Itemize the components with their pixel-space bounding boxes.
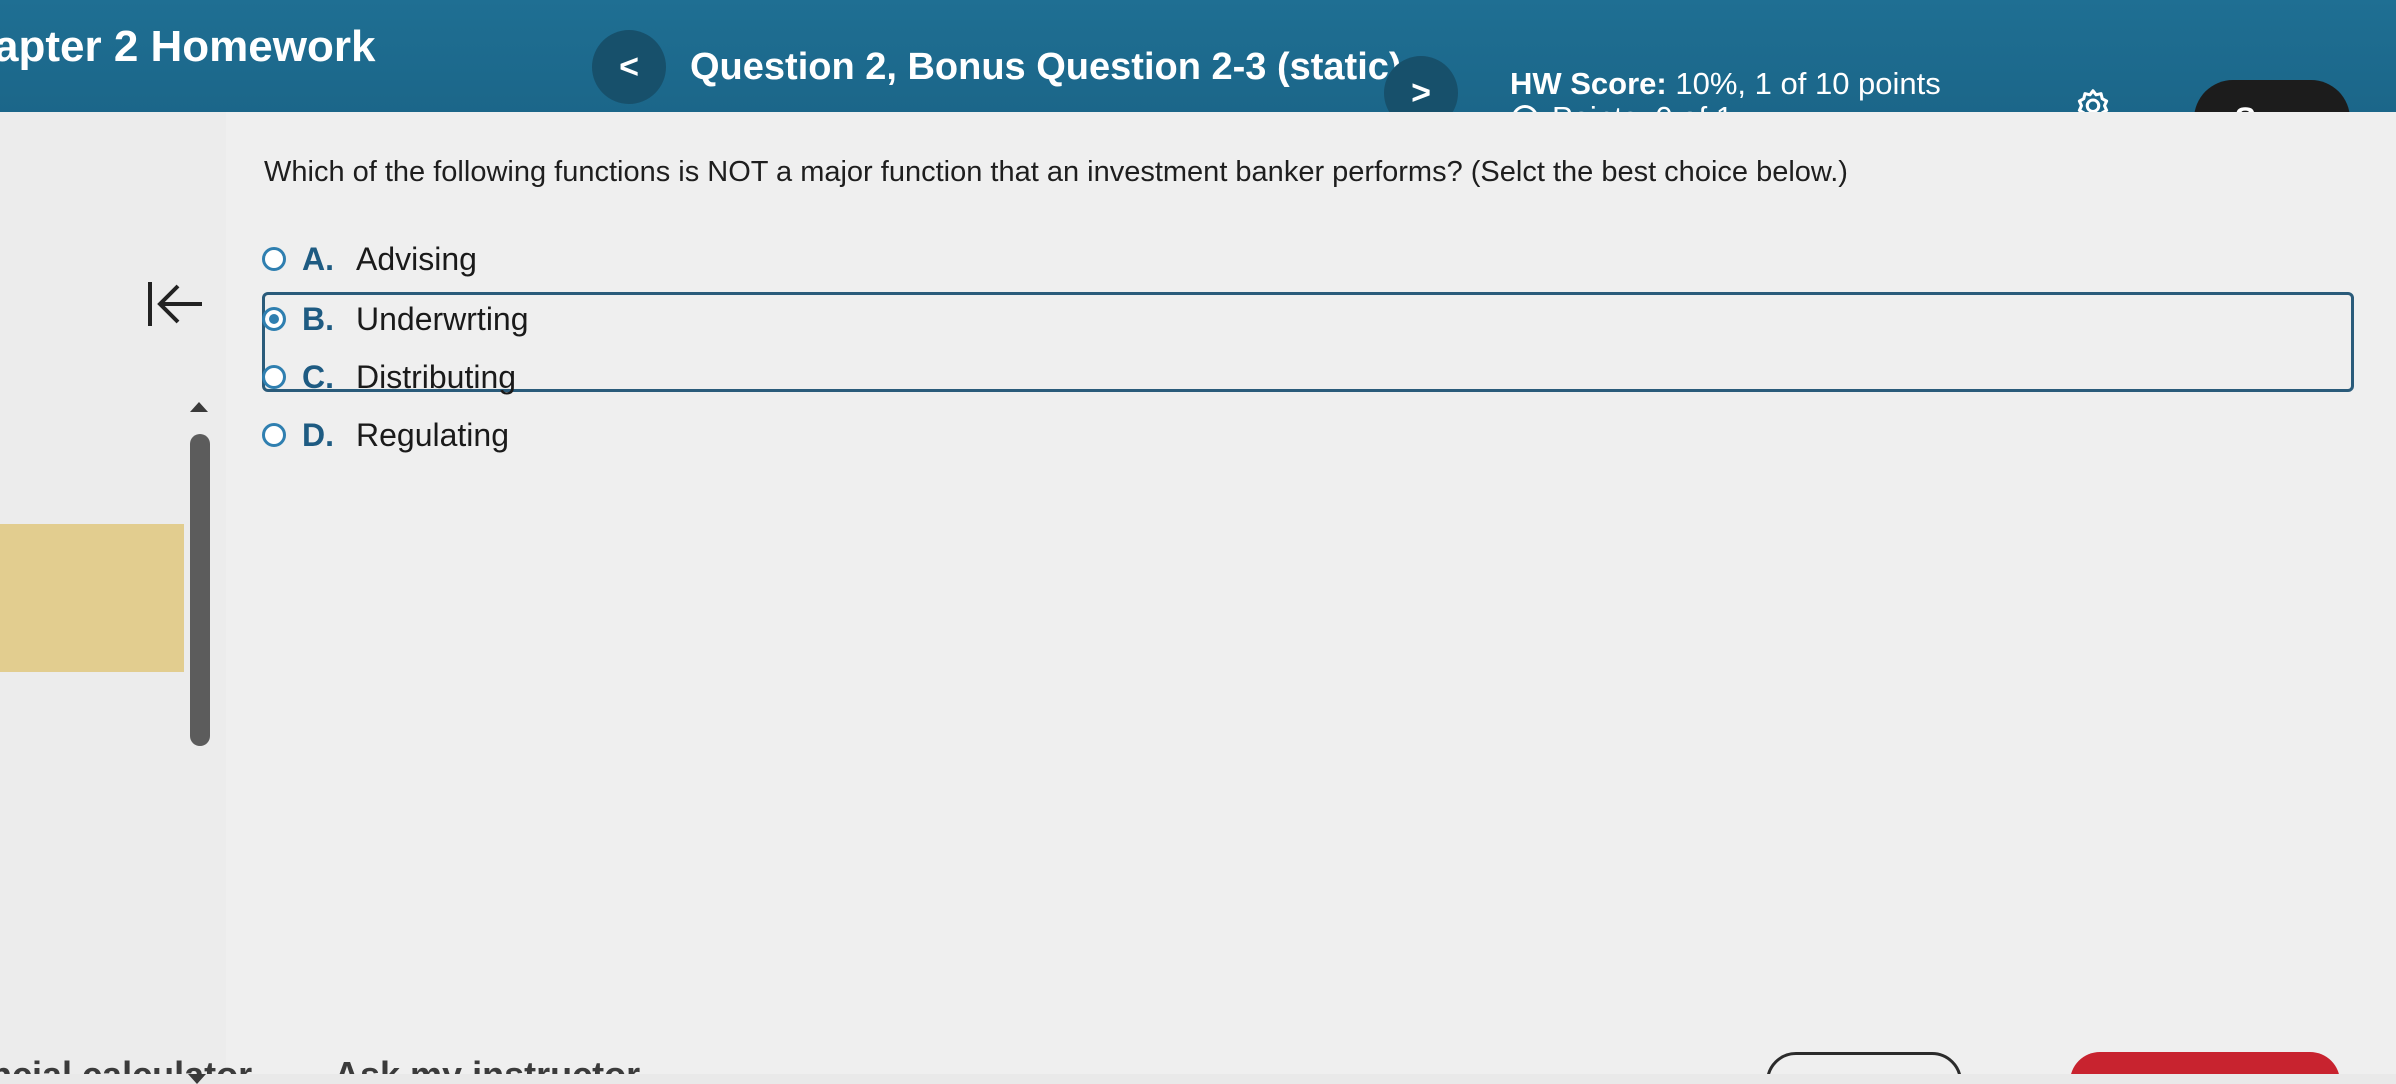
hw-score-label: HW Score: xyxy=(1510,66,1667,101)
choice-label: Underwrting xyxy=(356,300,529,337)
sidebar-highlight-tab xyxy=(0,524,184,672)
financial-calculator-link[interactable]: ncial calculator xyxy=(0,1054,252,1074)
scroll-up-arrow[interactable] xyxy=(190,402,208,412)
choice-label: Advising xyxy=(356,240,477,277)
radio-c[interactable] xyxy=(262,365,286,389)
choice-letter: C. xyxy=(302,358,334,395)
choice-letter: A. xyxy=(302,240,334,277)
choice-label: Regulating xyxy=(356,416,509,453)
hw-score-value: 10%, 1 of 10 points xyxy=(1675,66,1941,101)
selected-choice-focus-outline xyxy=(262,292,2354,392)
hw-score: HW Score: 10%, 1 of 10 points xyxy=(1510,66,1941,102)
scrollbar-thumb[interactable] xyxy=(190,434,210,746)
bottom-toolbar: ncial calculator Ask my instructor xyxy=(0,1048,2396,1074)
choice-letter: D. xyxy=(302,416,334,453)
chevron-right-icon: > xyxy=(1411,73,1431,112)
choice-c[interactable]: C. Distributing xyxy=(262,354,516,400)
scroll-down-arrow[interactable] xyxy=(188,1074,206,1084)
chevron-left-icon: < xyxy=(619,47,639,86)
question-area xyxy=(226,112,2396,1074)
choice-b[interactable]: B. Underwrting xyxy=(262,296,529,342)
left-panel xyxy=(0,112,226,1084)
question-text: Which of the following functions is NOT … xyxy=(264,156,1848,188)
check-answer-button[interactable] xyxy=(2070,1052,2340,1074)
ask-instructor-link[interactable]: Ask my instructor xyxy=(334,1054,640,1074)
radio-a[interactable] xyxy=(262,247,286,271)
radio-d[interactable] xyxy=(262,423,286,447)
homework-title: apter 2 Homework xyxy=(0,22,376,71)
collapse-left-icon[interactable] xyxy=(144,276,206,332)
choice-label: Distributing xyxy=(356,358,517,395)
choice-d[interactable]: D. Regulating xyxy=(262,412,509,458)
radio-b[interactable] xyxy=(262,307,286,331)
clear-all-button[interactable] xyxy=(1766,1052,1962,1074)
choice-letter: B. xyxy=(302,300,334,337)
choice-a[interactable]: A. Advising xyxy=(262,236,477,282)
previous-question-button[interactable]: < xyxy=(592,30,666,104)
question-title: Question 2, Bonus Question 2-3 (static) xyxy=(690,46,1402,88)
